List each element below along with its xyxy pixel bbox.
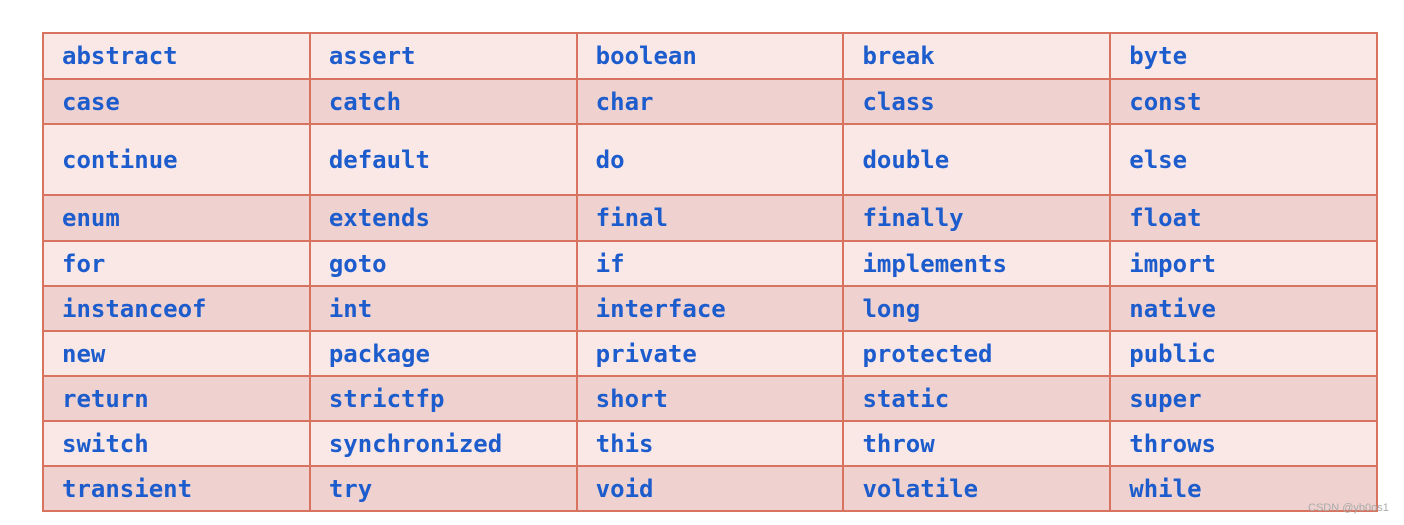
keyword-cell: goto — [308, 240, 578, 287]
keyword-cell: void — [575, 465, 845, 512]
keyword-cell: case — [42, 78, 311, 125]
keyword-cell: try — [308, 465, 578, 512]
table-row: abstract assert boolean break byte — [42, 32, 1378, 80]
table-row: case catch char class const — [42, 78, 1378, 125]
keyword-cell: public — [1109, 330, 1378, 377]
keyword-cell: byte — [1109, 32, 1378, 80]
table-row: continue default do double else — [42, 123, 1378, 196]
keywords-table: abstract assert boolean break byte case catch c… — [42, 32, 1378, 512]
table-row: instanceof int interface long native — [42, 285, 1378, 332]
keyword-cell: char — [575, 78, 845, 125]
keyword-cell: return — [42, 375, 311, 422]
keyword-cell: transient — [42, 465, 311, 512]
keyword-cell: else — [1109, 123, 1378, 196]
keyword-cell: native — [1109, 285, 1378, 332]
keyword-cell: switch — [42, 420, 311, 467]
table-row: new package private protected public — [42, 330, 1378, 377]
keyword-cell: synchronized — [308, 420, 578, 467]
keyword-cell: const — [1109, 78, 1378, 125]
keyword-cell: default — [308, 123, 578, 196]
keyword-cell: if — [575, 240, 845, 287]
keyword-cell: import — [1109, 240, 1378, 287]
keyword-cell: break — [842, 32, 1112, 80]
keyword-cell: instanceof — [42, 285, 311, 332]
keyword-cell: throws — [1109, 420, 1378, 467]
keyword-cell: int — [308, 285, 578, 332]
keyword-cell: double — [842, 123, 1112, 196]
keyword-cell: implements — [842, 240, 1112, 287]
table-row: for goto if implements import — [42, 240, 1378, 287]
keyword-cell: finally — [842, 194, 1112, 242]
table-row: return strictfp short static super — [42, 375, 1378, 422]
keyword-cell: final — [575, 194, 845, 242]
keyword-cell: static — [842, 375, 1112, 422]
keyword-cell: throw — [842, 420, 1112, 467]
keyword-cell: class — [842, 78, 1112, 125]
keyword-cell: extends — [308, 194, 578, 242]
keyword-cell: super — [1109, 375, 1378, 422]
keyword-cell: enum — [42, 194, 311, 242]
keyword-cell: boolean — [575, 32, 845, 80]
keyword-cell: interface — [575, 285, 845, 332]
keyword-cell: catch — [308, 78, 578, 125]
table-row: transient try void volatile while — [42, 465, 1378, 512]
keyword-cell: new — [42, 330, 311, 377]
keyword-cell: continue — [42, 123, 311, 196]
keyword-cell: assert — [308, 32, 578, 80]
keyword-cell: package — [308, 330, 578, 377]
keyword-cell: short — [575, 375, 845, 422]
keyword-cell: volatile — [842, 465, 1112, 512]
table-row: switch synchronized this throw throws — [42, 420, 1378, 467]
keyword-cell: abstract — [42, 32, 311, 80]
keyword-cell: float — [1109, 194, 1378, 242]
keyword-cell: protected — [842, 330, 1112, 377]
keyword-cell: do — [575, 123, 845, 196]
keyword-cell: long — [842, 285, 1112, 332]
keyword-cell: this — [575, 420, 845, 467]
table-row: enum extends final finally float — [42, 194, 1378, 242]
keyword-cell: private — [575, 330, 845, 377]
watermark: CSDN @yb0os1 — [1308, 502, 1389, 514]
keyword-cell: strictfp — [308, 375, 578, 422]
keyword-cell: for — [42, 240, 311, 287]
